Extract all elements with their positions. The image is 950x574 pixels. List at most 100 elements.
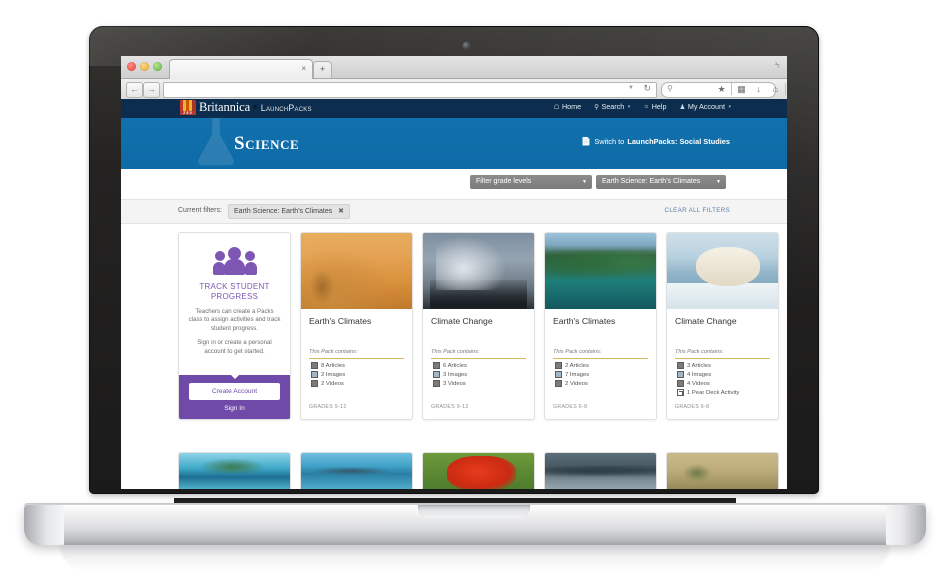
laptop-screen: × + ⍀ ← → ▼ ↻ ⚲ ★ ▦ ↓ ⌂ 250 Britannica ®…: [121, 56, 787, 489]
pack-card[interactable]: [178, 452, 291, 489]
page-content: 250 Britannica ® LaunchPacks ☖ Home ⚲ Sear…: [121, 99, 787, 489]
promo-text-2: Sign in or create a personal account to …: [197, 339, 272, 355]
switch-prefix: Switch to: [594, 137, 625, 146]
chevron-down-icon[interactable]: ▼: [628, 85, 634, 91]
grade-level-dropdown[interactable]: Filter grade levels ▼: [470, 175, 592, 189]
sign-in-button[interactable]: Sign In: [189, 405, 280, 412]
pack-title: Earth's Climates: [553, 316, 616, 326]
nav-label: Help: [651, 102, 667, 111]
hero-banner: Science 📄 Switch to LaunchPacks: Social …: [121, 118, 787, 169]
video-icon: [555, 380, 562, 387]
divider: [675, 358, 770, 359]
item-count: 3 Images: [443, 371, 468, 378]
pack-title: Climate Change: [431, 316, 493, 326]
divider: [553, 358, 648, 359]
library-icon[interactable]: ▦: [733, 82, 750, 96]
filter-chip[interactable]: Earth Science: Earth's Climates ✖: [228, 204, 351, 219]
close-window-button[interactable]: [127, 62, 136, 71]
item-count: 4 Videos: [687, 380, 710, 387]
item-count: 2 Videos: [321, 380, 344, 387]
item-count: 3 Videos: [443, 380, 466, 387]
britannica-books-icon: 250: [180, 100, 196, 115]
logo-anniversary-number: 250: [180, 111, 196, 115]
pack-card-body: Climate Change This Pack contains: 6 Art…: [423, 309, 534, 416]
window-resize-icon[interactable]: ⍀: [775, 60, 780, 71]
toolbar-divider: [785, 83, 786, 95]
pack-thumbnail: [423, 233, 534, 309]
grade-label: GRADES 9-12: [309, 404, 347, 410]
switch-subject-link[interactable]: 📄 Switch to LaunchPacks: Social Studies: [581, 137, 730, 146]
list-item: 1 Pear Deck Activity: [677, 389, 739, 396]
item-count: 2 Images: [321, 371, 346, 378]
close-tab-icon[interactable]: ×: [301, 64, 306, 74]
students-group-icon: [212, 247, 257, 275]
help-bulb-icon: ☼: [643, 103, 650, 110]
browser-navbar: ← → ▼ ↻ ⚲ ★ ▦ ↓ ⌂ ≡: [121, 79, 787, 100]
desert-dunes-photo: [301, 233, 412, 309]
nav-item-my-account[interactable]: ♟ My Account ▾: [680, 102, 732, 111]
item-count: 6 Articles: [443, 362, 467, 369]
topic-dropdown[interactable]: Earth Science: Earth's Climates ▼: [596, 175, 726, 189]
pack-card[interactable]: [422, 452, 535, 489]
forward-button[interactable]: →: [143, 82, 160, 98]
item-count: 2 Videos: [565, 380, 588, 387]
nav-label: My Account: [687, 102, 725, 111]
promo-text-1: Teachers can create a Packs class to ass…: [188, 308, 281, 332]
home-icon[interactable]: ⌂: [767, 82, 784, 96]
pack-card[interactable]: [544, 452, 657, 489]
pack-card[interactable]: Climate Change This Pack contains: 3 Art…: [666, 232, 779, 420]
clear-all-filters-link[interactable]: CLEAR ALL FILTERS: [665, 207, 730, 214]
pack-card[interactable]: Earth's Climates This Pack contains: 8 A…: [300, 232, 413, 420]
pack-card[interactable]: Climate Change This Pack contains: 6 Art…: [422, 232, 535, 420]
nav-item-help[interactable]: ☼ Help: [643, 102, 666, 111]
search-icon: ⚲: [667, 84, 673, 93]
pack-title: Climate Change: [675, 316, 737, 326]
grade-label: GRADES 6-8: [675, 404, 710, 410]
laptop-reflection: [60, 545, 890, 571]
switch-icon: 📄: [581, 137, 592, 146]
back-button[interactable]: ←: [126, 82, 143, 98]
pack-card[interactable]: [300, 452, 413, 489]
address-bar[interactable]: ▼ ↻: [163, 82, 657, 98]
remove-filter-icon[interactable]: ✖: [338, 208, 344, 215]
list-item: 2 Videos: [555, 380, 589, 387]
pack-card-body: Earth's Climates This Pack contains: 2 A…: [545, 309, 656, 416]
pack-card[interactable]: [666, 452, 779, 489]
canyon-river-photo: [545, 453, 656, 489]
top-navigation: ☖ Home ⚲ Search ▾ ☼ Help ♟ My Account ▾: [554, 102, 731, 111]
brand-trademark: ®: [253, 104, 257, 111]
user-icon: ♟: [679, 103, 686, 111]
new-tab-button[interactable]: +: [313, 61, 332, 78]
pack-card[interactable]: Earth's Climates This Pack contains: 2 A…: [544, 232, 657, 420]
britannica-logo[interactable]: 250 Britannica ® LaunchPacks: [180, 100, 312, 115]
list-item: 3 Videos: [433, 380, 467, 387]
reload-icon[interactable]: ↻: [643, 83, 651, 94]
list-item: 3 Articles: [677, 362, 739, 369]
browser-chrome: × + ⍀ ← → ▼ ↻ ⚲ ★ ▦ ↓ ⌂: [121, 56, 787, 100]
browser-tab[interactable]: ×: [169, 59, 313, 79]
download-icon[interactable]: ↓: [750, 82, 767, 96]
pack-card-row: TRACK STUDENT PROGRESS Teachers can crea…: [178, 232, 779, 420]
maximize-window-button[interactable]: [153, 62, 162, 71]
home-icon: ☖: [553, 103, 560, 111]
window-controls[interactable]: [127, 62, 162, 71]
document-icon: [433, 362, 440, 369]
nav-label: Search: [601, 102, 625, 111]
laptop-base-edge-left: [24, 505, 64, 545]
chevron-down-icon: ▾: [728, 103, 731, 110]
contains-label: This Pack contains:: [309, 349, 358, 355]
list-item: 6 Articles: [433, 362, 467, 369]
document-icon: [311, 362, 318, 369]
bookmark-star-icon[interactable]: ★: [713, 82, 730, 96]
create-account-button[interactable]: Create Account: [189, 383, 280, 400]
video-icon: [433, 380, 440, 387]
island-sea-photo: [301, 453, 412, 489]
page-title: Science: [234, 133, 300, 154]
minimize-window-button[interactable]: [140, 62, 149, 71]
switch-target: LaunchPacks: Social Studies: [627, 137, 730, 146]
item-count: 4 Images: [687, 371, 712, 378]
webcam-icon: [463, 42, 470, 49]
nav-item-home[interactable]: ☖ Home: [554, 102, 582, 111]
promo-heading: TRACK STUDENT PROGRESS: [199, 282, 270, 301]
nav-item-search[interactable]: ⚲ Search ▾: [594, 102, 630, 111]
